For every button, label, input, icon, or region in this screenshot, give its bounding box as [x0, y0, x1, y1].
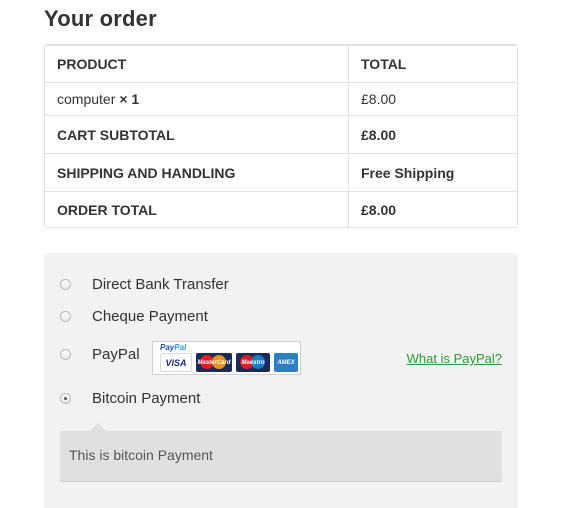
payment-method-cheque[interactable]: Cheque Payment — [44, 302, 518, 332]
order-total-row: ORDER TOTAL £8.00 — [45, 191, 517, 227]
subtotal-row: CART SUBTOTAL £8.00 — [45, 115, 517, 153]
cheque-label[interactable]: Cheque Payment — [92, 308, 208, 325]
bank-transfer-radio[interactable] — [60, 279, 71, 290]
item-total: £8.00 — [361, 91, 397, 107]
cheque-radio[interactable] — [60, 311, 71, 322]
payment-method-bitcoin[interactable]: Bitcoin Payment — [44, 384, 518, 414]
subtotal-value: £8.00 — [361, 126, 397, 143]
maestro-card-icon: Maestro — [236, 353, 270, 372]
paypal-radio[interactable] — [60, 349, 71, 360]
amex-card-icon: AMEX — [274, 353, 298, 372]
bitcoin-radio[interactable] — [60, 393, 71, 404]
item-cell: computer × 1 — [57, 83, 347, 115]
order-total-label: ORDER TOTAL — [57, 201, 157, 218]
shipping-row: SHIPPING AND HANDLING Free Shipping — [45, 153, 517, 191]
order-table: PRODUCT TOTAL computer × 1 £8.00 CART SU… — [44, 44, 518, 228]
payment-method-bank-transfer[interactable]: Direct Bank Transfer — [44, 270, 518, 300]
subtotal-label: CART SUBTOTAL — [57, 126, 175, 143]
payment-methods-panel: Direct Bank Transfer Cheque Payment PayP… — [44, 253, 518, 508]
page-title: Your order — [44, 6, 157, 31]
payment-description-box: This is bitcoin Payment — [60, 423, 502, 481]
product-header: PRODUCT — [57, 56, 127, 72]
paypal-logo-icon: PayPal — [160, 343, 187, 352]
total-header: TOTAL — [361, 56, 407, 72]
order-total-value: £8.00 — [361, 201, 397, 218]
item-name: computer — [57, 91, 116, 107]
mastercard-card-icon: MasterCard — [196, 353, 232, 372]
paypal-acceptance-mark: PayPal VISA MasterCard Maestro AMEX — [152, 341, 301, 375]
order-item-row: computer × 1 £8.00 — [45, 82, 517, 115]
bitcoin-label[interactable]: Bitcoin Payment — [92, 390, 200, 407]
paypal-label[interactable]: PayPal — [92, 346, 140, 363]
item-quantity: × 1 — [119, 91, 140, 107]
visa-card-icon: VISA — [160, 353, 192, 372]
shipping-label: SHIPPING AND HANDLING — [57, 164, 236, 181]
table-header-row: PRODUCT TOTAL — [45, 45, 517, 82]
bank-transfer-label[interactable]: Direct Bank Transfer — [92, 276, 229, 293]
shipping-value: Free Shipping — [361, 164, 455, 181]
what-is-paypal-link[interactable]: What is PayPal? — [407, 351, 502, 366]
payment-description-text: This is bitcoin Payment — [69, 447, 213, 463]
